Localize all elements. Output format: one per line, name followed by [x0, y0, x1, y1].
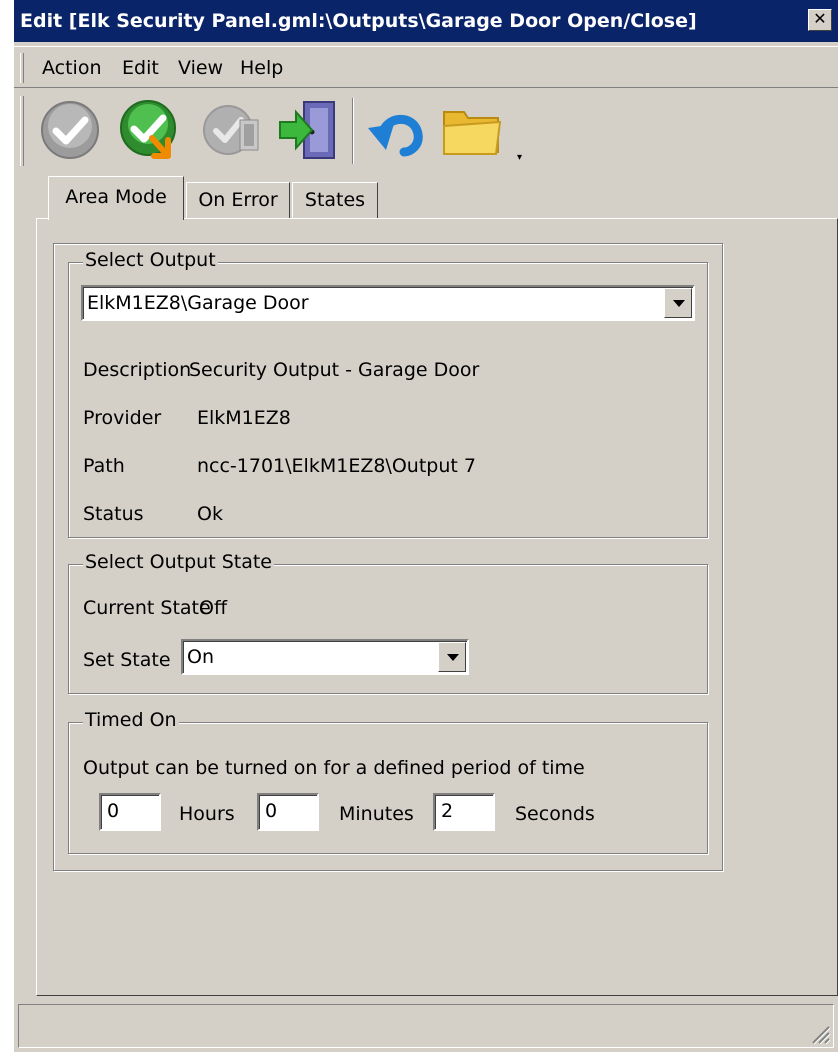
undo-icon[interactable]	[364, 98, 428, 162]
select-output-group: Select Output ElkM1EZ8\Garage Door Descr…	[68, 249, 708, 538]
exit-door-icon[interactable]	[276, 98, 340, 162]
seconds-input[interactable]: 2	[433, 793, 495, 831]
tab-on-error[interactable]: On Error	[186, 182, 290, 218]
toolbar-overflow-icon[interactable]: ▾	[517, 152, 522, 163]
resize-grip-icon[interactable]	[809, 1023, 831, 1045]
menu-view[interactable]: View	[178, 57, 223, 79]
check-gray-icon[interactable]	[38, 98, 102, 162]
hours-input[interactable]: 0	[99, 793, 161, 831]
seconds-label: Seconds	[515, 803, 595, 825]
output-select[interactable]: ElkM1EZ8\Garage Door	[81, 285, 695, 321]
check-green-arrow-icon[interactable]	[118, 98, 182, 162]
menu-grip[interactable]	[20, 53, 24, 83]
provider-label: Provider	[83, 407, 162, 429]
tab-states[interactable]: States	[292, 182, 378, 218]
minutes-input[interactable]: 0	[257, 793, 319, 831]
set-state-value: On	[187, 646, 214, 668]
menu-help[interactable]: Help	[240, 57, 283, 79]
description-label: Description	[83, 359, 192, 381]
path-label: Path	[83, 455, 125, 477]
area-mode-panel: Select Output ElkM1EZ8\Garage Door Descr…	[36, 218, 838, 996]
output-select-value: ElkM1EZ8\Garage Door	[87, 292, 309, 314]
title-bar[interactable]: Edit [Elk Security Panel.gml:\Outputs\Ga…	[14, 0, 838, 42]
toolbar-separator	[352, 98, 354, 164]
set-state-label: Set State	[83, 649, 171, 671]
provider-value: ElkM1EZ8	[197, 407, 291, 429]
timed-on-group: Timed On Output can be turned on for a d…	[68, 709, 708, 854]
menu-edit[interactable]: Edit	[122, 57, 159, 79]
output-state-group: Select Output State Current State Off Se…	[68, 551, 708, 694]
chevron-down-icon[interactable]	[664, 288, 692, 318]
select-output-legend: Select Output	[83, 249, 218, 271]
status-bar	[18, 1004, 834, 1048]
toolbar: ▾	[14, 90, 838, 172]
disabled-gear-icon[interactable]	[200, 98, 264, 162]
status-value: Ok	[197, 503, 223, 525]
timed-on-legend: Timed On	[83, 709, 179, 731]
tab-area-mode[interactable]: Area Mode	[48, 176, 184, 220]
timed-on-description: Output can be turned on for a defined pe…	[83, 757, 585, 779]
hours-label: Hours	[179, 803, 235, 825]
area-mode-frame: Select Output ElkM1EZ8\Garage Door Descr…	[53, 243, 723, 871]
edit-window: Edit [Elk Security Panel.gml:\Outputs\Ga…	[14, 0, 838, 1052]
folder-icon[interactable]	[440, 98, 504, 162]
close-button[interactable]: ✕	[808, 9, 832, 31]
current-state-value: Off	[199, 597, 228, 619]
chevron-down-icon[interactable]	[438, 642, 466, 672]
status-label: Status	[83, 503, 144, 525]
window-title: Edit [Elk Security Panel.gml:\Outputs\Ga…	[20, 10, 697, 32]
current-state-label: Current State	[83, 597, 211, 619]
output-state-legend: Select Output State	[83, 551, 274, 573]
toolbar-grip[interactable]	[20, 96, 24, 166]
description-value: Security Output - Garage Door	[189, 359, 480, 381]
path-value: ncc-1701\ElkM1EZ8\Output 7	[197, 455, 476, 477]
minutes-label: Minutes	[339, 803, 414, 825]
menu-bar: Action Edit View Help	[14, 46, 838, 88]
set-state-select[interactable]: On	[181, 639, 469, 675]
menu-action[interactable]: Action	[42, 57, 102, 79]
